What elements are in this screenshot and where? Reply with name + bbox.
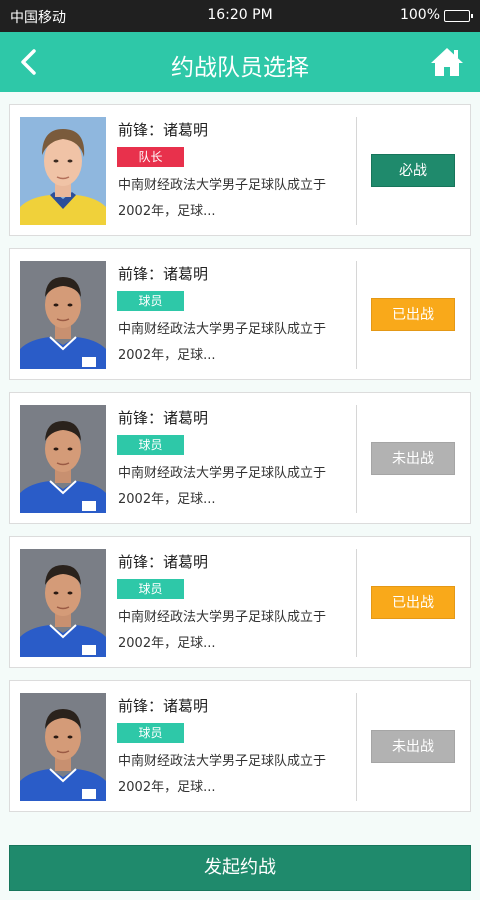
player-name: 前锋：诸葛明 <box>118 553 209 571</box>
player-photo <box>20 117 106 225</box>
home-icon[interactable] <box>430 46 464 78</box>
player-card[interactable]: 前锋：诸葛明 球员中南财经政法大学男子足球队成立于2002年，足球... 未出战 <box>9 392 471 524</box>
player-card[interactable]: 前锋：诸葛明 球员中南财经政法大学男子足球队成立于2002年，足球... 已出战 <box>9 248 471 380</box>
player-name: 前锋：诸葛明 <box>118 697 209 715</box>
status-button[interactable]: 已出战 <box>371 298 455 331</box>
player-photo <box>20 261 106 369</box>
divider <box>356 405 357 513</box>
start-match-button[interactable]: 发起约战 <box>9 845 471 891</box>
player-card[interactable]: 前锋：诸葛明 球员中南财经政法大学男子足球队成立于2002年，足球... 未出战 <box>9 680 471 812</box>
player-description: 中南财经政法大学男子足球队成立于2002年，足球... <box>118 178 327 219</box>
player-description: 中南财经政法大学男子足球队成立于2002年，足球... <box>118 610 327 651</box>
status-button[interactable]: 已出战 <box>371 586 455 619</box>
nav-bar: 约战队员选择 <box>0 32 480 92</box>
player-description: 中南财经政法大学男子足球队成立于2002年，足球... <box>118 322 327 363</box>
divider <box>356 549 357 657</box>
status-button[interactable]: 未出战 <box>371 730 455 763</box>
player-photo <box>20 549 106 657</box>
divider <box>356 261 357 369</box>
player-description: 中南财经政法大学男子足球队成立于2002年，足球... <box>118 466 327 507</box>
divider <box>356 117 357 225</box>
role-badge: 队长 <box>117 147 184 167</box>
player-photo <box>20 693 106 801</box>
divider <box>356 693 357 801</box>
player-photo <box>20 405 106 513</box>
role-badge: 球员 <box>117 723 184 743</box>
player-name: 前锋：诸葛明 <box>118 409 209 427</box>
player-card[interactable]: 前锋：诸葛明 球员中南财经政法大学男子足球队成立于2002年，足球... 已出战 <box>9 536 471 668</box>
battery-icon <box>444 10 473 22</box>
role-badge: 球员 <box>117 579 184 599</box>
status-button[interactable]: 必战 <box>371 154 455 187</box>
player-name: 前锋：诸葛明 <box>118 265 209 283</box>
player-description: 中南财经政法大学男子足球队成立于2002年，足球... <box>118 754 327 795</box>
status-button[interactable]: 未出战 <box>371 442 455 475</box>
status-bar: 中国移动 16:20 PM 100% <box>0 0 480 32</box>
page-title: 约战队员选择 <box>171 55 309 81</box>
role-badge: 球员 <box>117 435 184 455</box>
player-card[interactable]: 前锋：诸葛明 队长中南财经政法大学男子足球队成立于2002年，足球... 必战 <box>9 104 471 236</box>
battery-percent: 100% <box>399 7 440 23</box>
role-badge: 球员 <box>117 291 184 311</box>
player-name: 前锋：诸葛明 <box>118 121 209 139</box>
